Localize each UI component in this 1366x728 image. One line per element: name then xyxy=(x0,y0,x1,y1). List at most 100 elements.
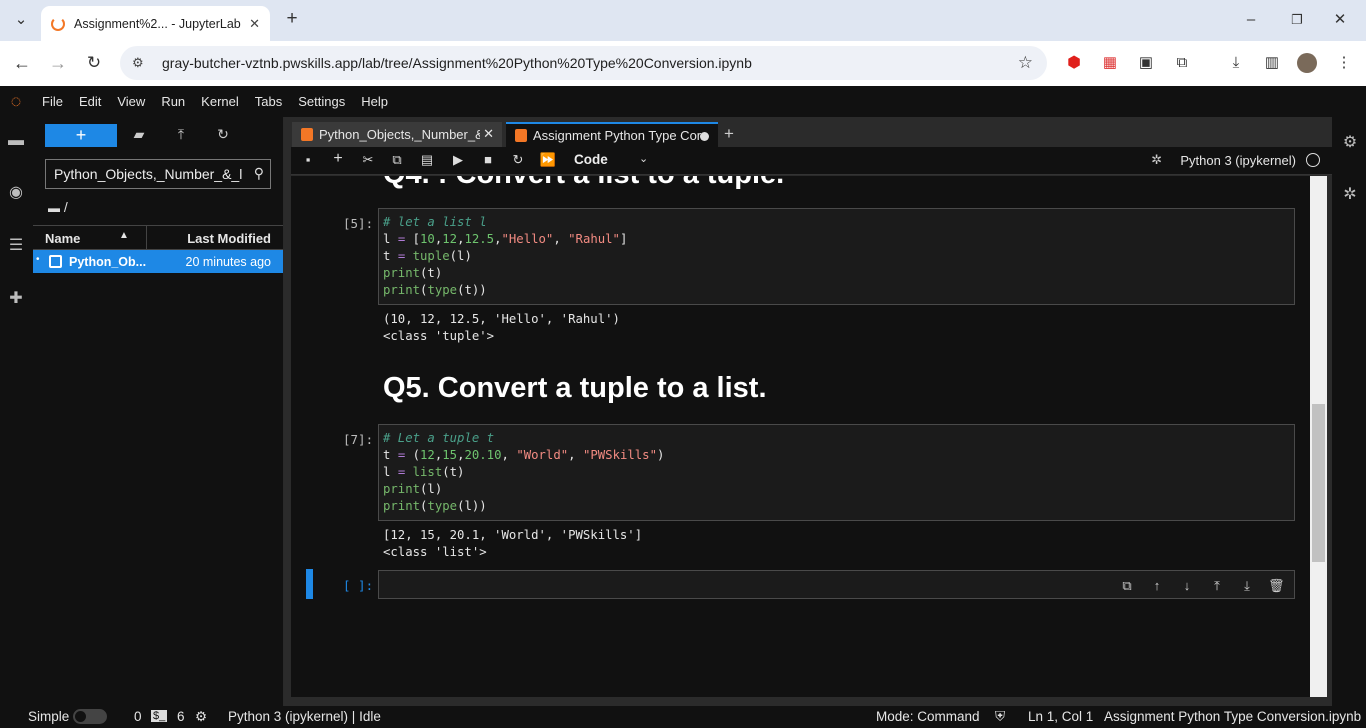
tab-search-chevron-icon[interactable]: ⌄ xyxy=(8,10,34,30)
save-icon[interactable]: ▪ xyxy=(299,152,317,167)
insert-below-icon[interactable]: ⤓ xyxy=(1239,578,1255,594)
simple-mode-toggle[interactable] xyxy=(73,709,107,724)
scrollbar-thumb[interactable] xyxy=(1312,404,1325,562)
upload-icon[interactable]: ⤒ xyxy=(172,126,190,143)
command-mode: Mode: Command xyxy=(876,709,980,724)
bookmark-star-icon[interactable]: ☆ xyxy=(1018,53,1033,73)
trusted-shield-icon[interactable]: ⛨ xyxy=(995,709,1005,725)
restart-run-all-icon[interactable]: ⏩ xyxy=(539,152,557,168)
back-icon[interactable]: ← xyxy=(9,53,35,73)
code-cell-editor[interactable]: # let a list l l = [10,12,12.5,"Hello", … xyxy=(378,208,1295,305)
chevron-down-icon[interactable]: ⌄ xyxy=(639,152,648,165)
minimize-button[interactable]: – xyxy=(1238,10,1264,30)
notebook-tab-icon xyxy=(515,129,527,142)
notebook-tab-icon xyxy=(301,128,313,141)
url-text: gray-butcher-vztnb.pwskills.app/lab/tree… xyxy=(162,55,752,71)
paste-icon[interactable]: ▤ xyxy=(418,152,436,168)
download-icon[interactable]: ⤓ xyxy=(1226,53,1246,73)
code-line: l = [10,12,12.5,"Hello", "Rahul"] xyxy=(383,232,628,246)
running-kernels-icon[interactable]: ◉ xyxy=(6,183,26,203)
notebook-panel[interactable]: Q4. : Convert a list to a tuple. [5]: # … xyxy=(291,176,1310,697)
file-filter-value: Python_Objects,_Number_&_l xyxy=(54,166,243,182)
stop-icon[interactable]: ■ xyxy=(479,152,497,167)
terminals-count[interactable]: 0 xyxy=(134,709,142,724)
column-name[interactable]: Name xyxy=(45,231,80,246)
copy-icon[interactable]: ⧉ xyxy=(388,152,406,168)
tab-python-objects[interactable]: Python_Objects,_Number_&_ ✕ xyxy=(292,122,502,147)
new-folder-icon[interactable]: ▰ xyxy=(130,126,148,143)
close-tab-icon[interactable]: ✕ xyxy=(480,126,494,142)
forward-icon[interactable]: → xyxy=(45,53,71,73)
restore-button[interactable]: ❐ xyxy=(1284,10,1310,30)
cursor-position[interactable]: Ln 1, Col 1 xyxy=(1028,709,1093,724)
debugger-icon[interactable]: ✲ xyxy=(1340,185,1360,205)
menu-kernel[interactable]: Kernel xyxy=(193,94,247,109)
folder-icon[interactable]: ▬ xyxy=(6,131,26,151)
profile-avatar[interactable] xyxy=(1297,53,1317,73)
file-filter-input[interactable]: Python_Objects,_Number_&_l ⚲ xyxy=(45,159,271,189)
jupyter-menubar: ◌ File Edit View Run Kernel Tabs Setting… xyxy=(0,86,1366,117)
refresh-icon[interactable]: ↻ xyxy=(214,126,232,143)
picture-in-picture-icon[interactable]: ▣ xyxy=(1136,53,1156,73)
run-icon[interactable]: ▶ xyxy=(449,152,467,168)
cell-prompt: [5]: xyxy=(343,216,374,231)
insert-cell-icon[interactable]: + xyxy=(329,150,347,168)
color-extension-icon[interactable]: ▦ xyxy=(1100,53,1120,73)
browser-menu-icon[interactable]: ⋮ xyxy=(1334,53,1354,73)
site-info-icon[interactable]: ⚙ xyxy=(132,55,150,71)
new-launcher-button[interactable]: + xyxy=(45,124,117,147)
unsaved-indicator-icon[interactable] xyxy=(700,132,709,141)
kernel-status[interactable]: Python 3 (ipykernel) | Idle xyxy=(228,709,381,724)
close-tab-icon[interactable]: ✕ xyxy=(249,16,260,32)
file-list-header: Name ▲ Last Modified xyxy=(33,225,283,250)
url-bar[interactable]: ⚙ gray-butcher-vztnb.pwskills.app/lab/tr… xyxy=(120,46,1047,80)
breadcrumb[interactable]: ▬ / xyxy=(48,199,68,215)
column-divider xyxy=(146,226,147,250)
menu-file[interactable]: File xyxy=(32,94,71,109)
menu-run[interactable]: Run xyxy=(153,94,193,109)
code-cell-editor[interactable]: # Let a tuple t t = (12,15,20.10, "World… xyxy=(378,424,1295,521)
adblock-extension-icon[interactable]: ⬢ xyxy=(1064,53,1084,73)
extensions-icon[interactable]: ✚ xyxy=(6,289,26,309)
jupyter-logo-icon: ◌ xyxy=(10,91,22,111)
new-tab-button[interactable]: + xyxy=(279,9,305,29)
search-icon: ⚲ xyxy=(253,165,264,181)
new-launcher-tab-button[interactable]: + xyxy=(724,124,734,144)
empty-code-cell[interactable]: ⧉ ↑ ↓ ⤒ ⤓ 🗑 xyxy=(378,570,1295,599)
browser-tab[interactable]: Assignment%2... - JupyterLab ✕ xyxy=(41,6,270,41)
menu-edit[interactable]: Edit xyxy=(71,94,109,109)
cut-icon[interactable]: ✂ xyxy=(359,152,377,168)
reload-icon[interactable]: ↻ xyxy=(81,53,107,73)
kernels-count[interactable]: 6 xyxy=(177,709,185,724)
menu-tabs[interactable]: Tabs xyxy=(247,94,290,109)
sort-ascending-icon[interactable]: ▲ xyxy=(119,230,129,241)
notebook-file-icon xyxy=(49,255,62,268)
home-folder-icon: ▬ xyxy=(48,201,60,215)
table-of-contents-icon[interactable]: ☰ xyxy=(6,236,26,256)
tab-assignment[interactable]: Assignment Python Type Cor xyxy=(506,122,718,147)
menu-help[interactable]: Help xyxy=(353,94,396,109)
menu-settings[interactable]: Settings xyxy=(290,94,353,109)
move-down-icon[interactable]: ↓ xyxy=(1179,578,1195,593)
delete-cell-icon[interactable]: 🗑 xyxy=(1268,578,1285,594)
breadcrumb-root: / xyxy=(63,199,68,215)
extensions-puzzle-icon[interactable]: ⧉ xyxy=(1172,53,1192,73)
code-line: print(type(l)) xyxy=(383,499,487,513)
column-last-modified[interactable]: Last Modified xyxy=(187,231,271,246)
property-inspector-icon[interactable]: ⚙ xyxy=(1340,133,1360,153)
debugger-bug-icon[interactable]: ✲ xyxy=(1151,152,1162,168)
left-activity-bar: ▬ ◉ ☰ ✚ xyxy=(0,117,33,706)
restart-icon[interactable]: ↻ xyxy=(509,152,527,168)
terminal-icon[interactable]: $_ xyxy=(151,710,168,722)
file-row[interactable]: • Python_Ob... 20 minutes ago xyxy=(33,250,283,273)
window-close-button[interactable]: ✕ xyxy=(1327,10,1353,30)
menu-view[interactable]: View xyxy=(109,94,153,109)
kernel-name[interactable]: Python 3 (ipykernel) xyxy=(1180,153,1296,168)
side-panel-icon[interactable]: ▥ xyxy=(1262,53,1282,73)
insert-above-icon[interactable]: ⤒ xyxy=(1209,578,1225,594)
heading-q5: Q5. Convert a tuple to a list. xyxy=(383,372,767,404)
cell-type-select[interactable]: Code xyxy=(574,152,608,167)
move-up-icon[interactable]: ↑ xyxy=(1149,578,1165,593)
kernel-gear-icon[interactable]: ⚙ xyxy=(195,709,207,725)
duplicate-cell-icon[interactable]: ⧉ xyxy=(1119,578,1135,594)
